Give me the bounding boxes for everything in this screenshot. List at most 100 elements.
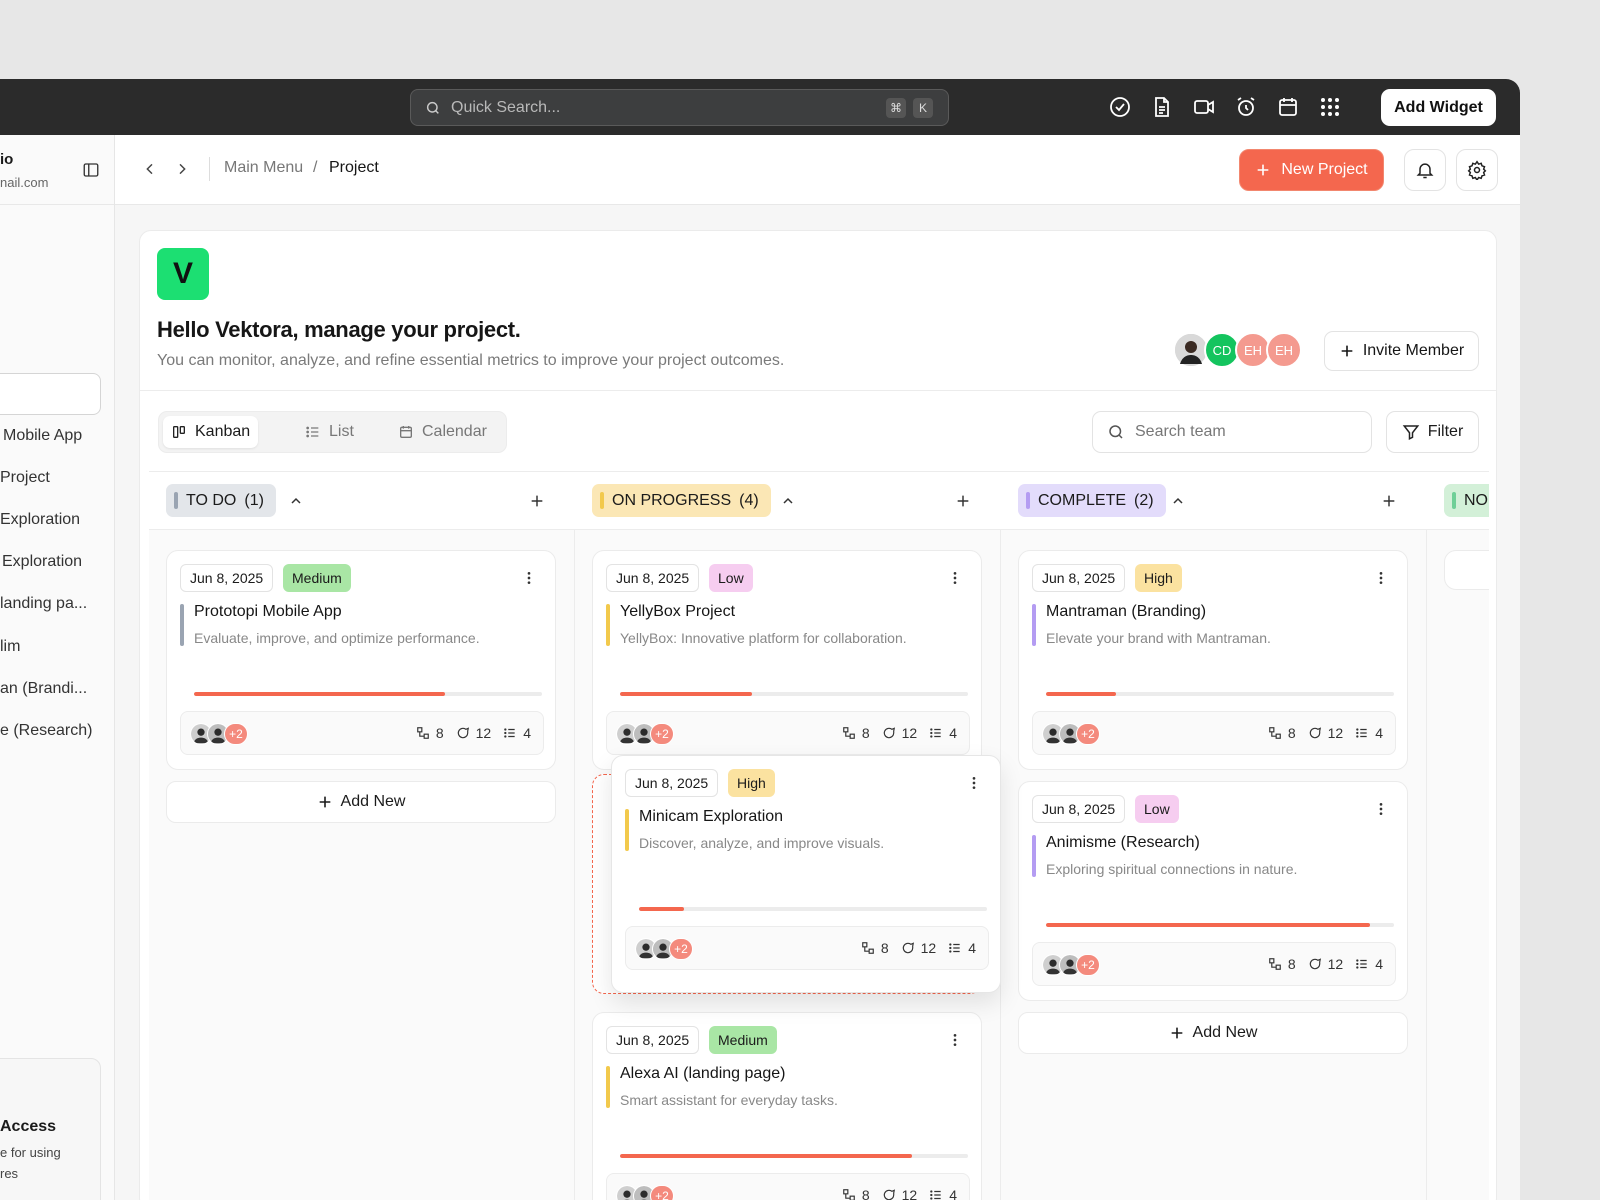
chevron-right-icon[interactable] xyxy=(174,161,190,177)
quick-search-input[interactable]: Quick Search... ⌘ K xyxy=(410,89,949,126)
calendar-icon[interactable] xyxy=(1276,95,1300,119)
add-new-button[interactable]: Add New xyxy=(166,781,556,823)
subtask-count: 8 xyxy=(1287,725,1296,741)
person-photo-icon xyxy=(1175,334,1207,366)
column-header: NO xyxy=(1427,472,1489,530)
column-on-progress: ON PROGRESS (4) Jun 8, 2025 Low YellyBox… xyxy=(575,472,1001,1200)
add-widget-button[interactable]: Add Widget xyxy=(1381,89,1496,126)
card-stats: 8 12 4 xyxy=(1256,956,1383,972)
more-vertical-icon[interactable] xyxy=(947,570,963,586)
plus-icon[interactable] xyxy=(529,493,545,509)
more-vertical-icon[interactable] xyxy=(1373,801,1389,817)
card-date: Jun 8, 2025 xyxy=(1032,795,1126,823)
list-icon xyxy=(1356,959,1367,969)
apps-grid-icon[interactable] xyxy=(1318,95,1342,119)
more-members-badge: +2 xyxy=(1076,954,1100,976)
comment-icon xyxy=(883,1189,895,1200)
sidebar-item[interactable]: landing pa... xyxy=(0,595,87,613)
sidebar-item[interactable]: e (Research) xyxy=(0,722,92,740)
breadcrumb-main-menu[interactable]: Main Menu xyxy=(224,159,303,177)
subtask-icon xyxy=(861,942,874,954)
new-project-button[interactable]: New Project xyxy=(1239,149,1384,191)
task-card[interactable]: Jun 8, 2025 Low YellyBox Project YellyBo… xyxy=(592,550,982,770)
sidebar-search-input[interactable] xyxy=(0,373,101,415)
sidebar-user[interactable]: io nail.com xyxy=(0,135,114,205)
task-card[interactable] xyxy=(1444,550,1489,590)
sidebar-item[interactable]: Mobile App xyxy=(3,427,82,445)
plus-icon[interactable] xyxy=(955,493,971,509)
progress-fill xyxy=(194,692,445,696)
chevron-left-icon[interactable] xyxy=(142,161,158,177)
more-members-badge: +2 xyxy=(650,723,674,745)
progress-bar xyxy=(194,692,542,696)
sidebar-item[interactable]: Exploration xyxy=(0,511,80,529)
search-icon xyxy=(1109,425,1123,439)
check-circle-icon[interactable] xyxy=(1108,95,1132,119)
more-vertical-icon[interactable] xyxy=(521,570,537,586)
column-count: (4) xyxy=(739,491,759,509)
list-count: 4 xyxy=(949,1187,957,1200)
list-count: 4 xyxy=(523,725,531,741)
list-count: 4 xyxy=(1375,956,1383,972)
kbd-k: K xyxy=(913,98,933,118)
sidebar-item[interactable]: lim xyxy=(0,638,20,656)
comment-icon xyxy=(902,942,914,954)
document-icon[interactable] xyxy=(1150,95,1174,119)
task-card-dragging[interactable]: Jun 8, 2025 High Minicam Exploration Dis… xyxy=(611,755,1001,993)
settings-button[interactable] xyxy=(1456,149,1498,191)
card-description: Exploring spiritual connections in natur… xyxy=(1046,861,1298,877)
promo-title: Access xyxy=(0,1118,57,1135)
progress-fill xyxy=(620,1154,913,1158)
invite-member-button[interactable]: Invite Member xyxy=(1324,331,1479,371)
task-card[interactable]: Jun 8, 2025 High Mantraman (Branding) El… xyxy=(1018,550,1408,770)
subtask-count: 8 xyxy=(1287,956,1296,972)
kanban-icon xyxy=(173,426,185,438)
search-team-placeholder: Search team xyxy=(1135,423,1226,440)
top-bar: Quick Search... ⌘ K Add Widget xyxy=(0,79,1520,135)
sidebar-item[interactable]: Exploration xyxy=(2,553,82,571)
tab-list[interactable]: List xyxy=(297,416,362,448)
member-avatars[interactable]: CD EH EH xyxy=(1173,332,1313,368)
video-icon[interactable] xyxy=(1192,95,1216,119)
task-card[interactable]: Jun 8, 2025 Low Animisme (Research) Expl… xyxy=(1018,781,1408,1001)
tab-calendar[interactable]: Calendar xyxy=(390,416,495,448)
sidebar-item[interactable]: an (Brandi... xyxy=(0,680,87,698)
column-complete: COMPLETE (2) Jun 8, 2025 High Mantraman … xyxy=(1001,472,1427,1200)
plus-icon[interactable] xyxy=(1381,493,1397,509)
list-count: 4 xyxy=(1375,725,1383,741)
sidebar-item[interactable]: Project xyxy=(0,469,50,487)
more-vertical-icon[interactable] xyxy=(966,775,982,791)
more-members-badge: +2 xyxy=(224,723,248,745)
sidebar-toggle-icon[interactable] xyxy=(82,161,100,179)
priority-badge: Medium xyxy=(709,1026,777,1054)
progress-bar xyxy=(639,907,987,911)
plus-icon xyxy=(1171,1027,1182,1039)
search-team-input[interactable]: Search team xyxy=(1092,411,1372,453)
card-description: Elevate your brand with Mantraman. xyxy=(1046,630,1271,646)
status-badge: NO xyxy=(1444,484,1489,517)
add-new-button[interactable]: Add New xyxy=(1018,1012,1408,1054)
divider xyxy=(140,390,1496,391)
more-vertical-icon[interactable] xyxy=(947,1032,963,1048)
chevron-up-icon[interactable] xyxy=(780,493,796,509)
card-footer: +2 8 12 4 xyxy=(606,1173,970,1200)
task-card[interactable]: Jun 8, 2025 Medium Prototopi Mobile App … xyxy=(166,550,556,770)
list-icon xyxy=(504,728,515,738)
card-description: Discover, analyze, and improve visuals. xyxy=(639,835,885,851)
filter-button[interactable]: Filter xyxy=(1386,411,1479,453)
more-members-badge: +2 xyxy=(1076,723,1100,745)
alarm-icon[interactable] xyxy=(1234,95,1258,119)
task-card[interactable]: Jun 8, 2025 Medium Alexa AI (landing pag… xyxy=(592,1012,982,1200)
column-todo: TO DO (1) Jun 8, 2025 Medium Prototopi M… xyxy=(149,472,575,1200)
column-header: TO DO (1) xyxy=(149,472,575,530)
card-footer: +2 8 12 4 xyxy=(625,926,989,970)
column-label: NO xyxy=(1464,491,1488,509)
chevron-up-icon[interactable] xyxy=(288,493,304,509)
more-vertical-icon[interactable] xyxy=(1373,570,1389,586)
tab-kanban[interactable]: Kanban xyxy=(163,416,259,448)
notifications-button[interactable] xyxy=(1404,149,1446,191)
card-description: Evaluate, improve, and optimize performa… xyxy=(194,630,480,646)
promo-text: res xyxy=(0,1166,19,1181)
plus-icon xyxy=(319,796,330,808)
chevron-up-icon[interactable] xyxy=(1170,493,1186,509)
